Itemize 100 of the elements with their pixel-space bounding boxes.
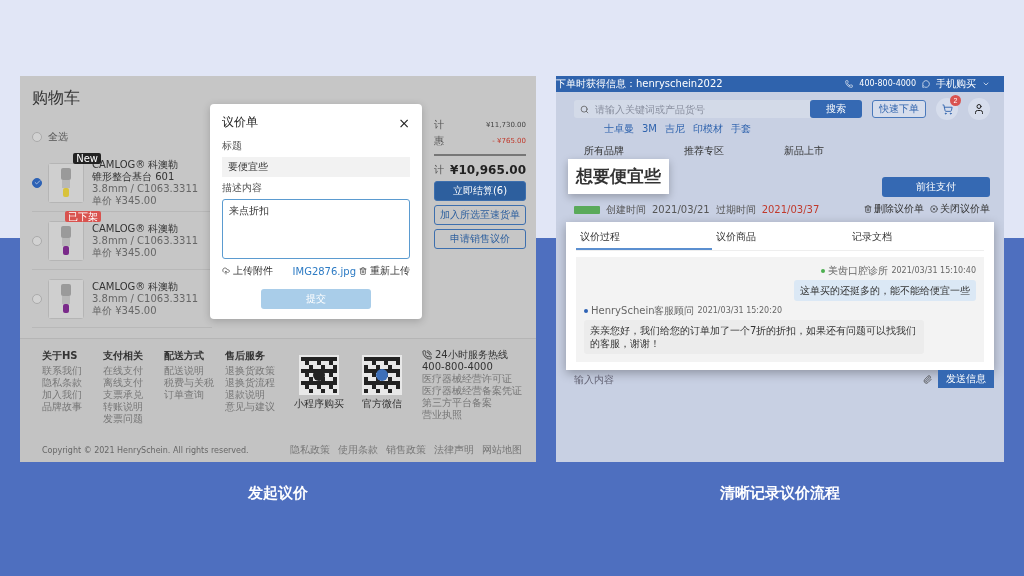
attach-icon[interactable] bbox=[923, 374, 932, 384]
checkout-button[interactable]: 申请销售议价 bbox=[434, 228, 526, 249]
nav-item[interactable]: 所有品牌 bbox=[584, 145, 624, 157]
footer-link[interactable]: 意见与建议 bbox=[225, 401, 276, 413]
legal-link[interactable]: 网站地图 bbox=[482, 444, 522, 456]
product-model: 锥形整合基台 601 bbox=[92, 170, 176, 183]
footer-link[interactable]: 订单查询 bbox=[164, 389, 215, 401]
title-field[interactable]: 要便宜些 bbox=[222, 157, 410, 177]
tab[interactable]: 议价过程 bbox=[576, 226, 712, 250]
footer-link[interactable]: 营业执照 bbox=[422, 409, 522, 421]
mobile-link[interactable]: 手机购买 bbox=[936, 78, 976, 90]
select-all-label: 全选 bbox=[48, 131, 68, 144]
caret-icon bbox=[982, 80, 990, 88]
search-button[interactable]: 搜索 bbox=[810, 100, 862, 118]
footer-link[interactable]: 医疗器械经营许可证 bbox=[422, 373, 522, 385]
hot-word-link[interactable]: 士卓曼 bbox=[604, 123, 634, 135]
tab[interactable]: 记录文档 bbox=[848, 226, 984, 250]
product-spec: 3.8mm / C1063.3311 bbox=[92, 292, 199, 305]
footer-link[interactable]: 发票问题 bbox=[103, 413, 154, 425]
status-tag bbox=[574, 206, 600, 214]
file-link[interactable]: IMG2876.jpg bbox=[292, 265, 356, 277]
footer-link[interactable]: 第三方平台备案 bbox=[422, 397, 522, 409]
phone-icon bbox=[845, 80, 854, 88]
footer-link[interactable]: 医疗器械经营备案凭证 bbox=[422, 385, 522, 397]
footer-heading: 关于HS bbox=[42, 349, 79, 363]
trash-icon bbox=[359, 267, 367, 275]
footer-heading: 配送方式 bbox=[164, 349, 205, 363]
message-field[interactable]: 输入内容 bbox=[572, 372, 917, 386]
tab[interactable]: 议价商品 bbox=[712, 226, 848, 250]
field-label: 描述内容 bbox=[222, 182, 263, 194]
checkout-button[interactable]: 加入所选至速货单 bbox=[434, 204, 526, 225]
send-button[interactable]: 发送信息 bbox=[938, 370, 994, 388]
footer-link[interactable]: 在线支付 bbox=[103, 365, 154, 377]
phone-number: 400-800-4000 bbox=[859, 79, 916, 89]
expires-date: 2021/03/37 bbox=[761, 204, 820, 216]
sender-name: HenrySchein客服顾问 bbox=[591, 305, 695, 317]
total-label: 计 bbox=[434, 163, 444, 176]
reupload-link[interactable]: 重新上传 bbox=[370, 264, 410, 278]
hotline-label: 24小时服务热线 bbox=[435, 349, 508, 361]
footer-link[interactable]: 配送说明 bbox=[164, 365, 215, 377]
created-label: 创建时间 bbox=[606, 204, 646, 216]
hot-word-link[interactable]: 吉尼 bbox=[665, 123, 685, 135]
footer-link[interactable]: 转账说明 bbox=[103, 401, 154, 413]
footer-link[interactable]: 品牌故事 bbox=[42, 401, 93, 413]
footer-link[interactable]: 税费与关税 bbox=[164, 377, 215, 389]
page-title: 购物车 bbox=[32, 88, 81, 109]
callout-label: 想要便宜些 bbox=[568, 159, 669, 194]
message-time: 2021/03/31 15:10:40 bbox=[891, 266, 976, 276]
product-checkbox[interactable] bbox=[32, 235, 42, 246]
upload-link[interactable]: 上传附件 bbox=[233, 264, 273, 278]
product-checkbox[interactable] bbox=[32, 293, 42, 304]
select-all-checkbox[interactable] bbox=[32, 132, 42, 143]
legal-link[interactable]: 隐私政策 bbox=[290, 444, 330, 456]
hot-word-link[interactable]: 印模材 bbox=[693, 123, 723, 135]
message-bubble: 亲亲您好，我们给您的订单加了一个7折的折扣，如果还有问题可以找我们的客服，谢谢！ bbox=[584, 320, 924, 354]
product-price: 单价 ¥345.00 bbox=[92, 246, 158, 259]
product-badge: 已下架 bbox=[65, 210, 101, 222]
nav-item[interactable]: 新品上市 bbox=[784, 145, 824, 157]
close-circle-icon bbox=[930, 205, 938, 213]
action-link[interactable]: 删除议价单 bbox=[864, 202, 924, 216]
product-price: 单价 ¥345.00 bbox=[92, 304, 158, 317]
description-field[interactable]: 来点折扣 bbox=[222, 199, 410, 259]
nav-item[interactable]: 推荐专区 bbox=[684, 145, 724, 157]
product-checkbox[interactable] bbox=[32, 177, 42, 188]
cart-icon bbox=[941, 103, 953, 115]
expires-label: 过期时间 bbox=[715, 204, 756, 216]
legal-link[interactable]: 使用条款 bbox=[338, 444, 378, 456]
footer-link[interactable]: 退款说明 bbox=[225, 389, 276, 401]
qr-code-icon bbox=[362, 355, 402, 395]
search-field[interactable]: 请输入关键词或产品货号 搜索 bbox=[574, 100, 862, 118]
hot-word-link[interactable]: 手套 bbox=[731, 123, 751, 135]
user-button[interactable] bbox=[968, 98, 990, 120]
product-spec: 3.8mm / C1063.3311 bbox=[92, 234, 199, 247]
quick-order-button[interactable]: 快速下单 bbox=[872, 100, 926, 118]
product-name: CAMLOG® 科澳勒 bbox=[92, 222, 180, 235]
action-link[interactable]: 关闭议价单 bbox=[930, 202, 990, 216]
hot-word-link[interactable]: 3M bbox=[642, 123, 657, 135]
footer-link[interactable]: 退换货政策 bbox=[225, 365, 276, 377]
footer-link[interactable]: 支票承兑 bbox=[103, 389, 154, 401]
hotline-number: 400-800-4000 bbox=[422, 361, 494, 373]
footer-link[interactable]: 退换货流程 bbox=[225, 377, 276, 389]
footer-link[interactable]: 隐私条款 bbox=[42, 377, 93, 389]
qr-code-label: 官方微信 bbox=[362, 398, 402, 410]
copyright-text: Copyright © 2021 HenrySchein. All rights reserved. bbox=[42, 445, 249, 455]
user-icon bbox=[973, 103, 985, 115]
close-button[interactable]: × bbox=[398, 115, 410, 130]
footer-heading: 售后服务 bbox=[225, 349, 266, 363]
search-icon bbox=[580, 104, 589, 114]
legal-link[interactable]: 法律声明 bbox=[434, 444, 474, 456]
product-name: CAMLOG® 科澳勒 bbox=[92, 280, 180, 293]
total-amount: ¥10,965.00 bbox=[450, 162, 526, 177]
footer-link[interactable]: 加入我们 bbox=[42, 389, 93, 401]
chat-icon bbox=[922, 80, 930, 88]
pay-button[interactable]: 前往支付 bbox=[882, 177, 990, 197]
qr-code-label: 小程序购买 bbox=[294, 398, 344, 410]
checkout-button[interactable]: 立即结算(6) bbox=[434, 180, 526, 201]
upload-icon bbox=[222, 267, 230, 275]
footer-link[interactable]: 联系我们 bbox=[42, 365, 93, 377]
legal-link[interactable]: 销售政策 bbox=[386, 444, 426, 456]
footer-link[interactable]: 离线支付 bbox=[103, 377, 154, 389]
